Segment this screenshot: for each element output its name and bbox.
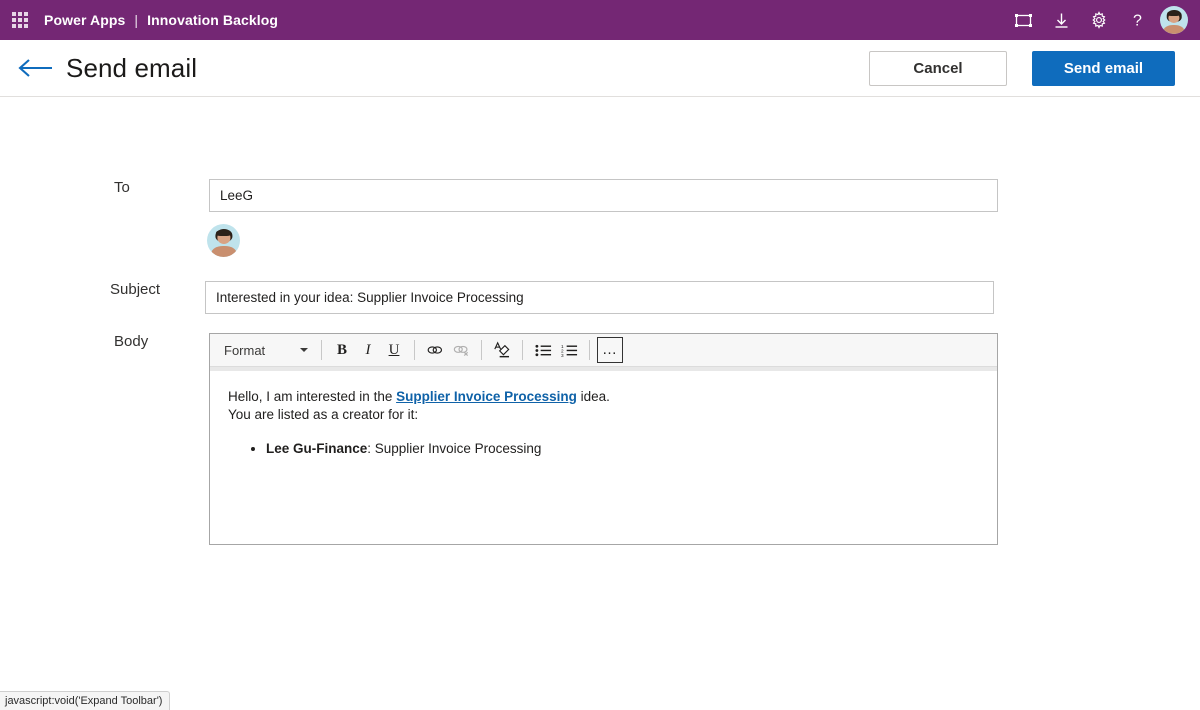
toolbar-divider [321,340,322,360]
underline-icon: U [388,341,400,358]
avatar-person-illustration [1160,6,1188,34]
avatar[interactable] [1160,6,1188,34]
bulleted-list-icon [534,344,551,356]
brand-separator: | [134,12,139,28]
command-bar-actions: Cancel Send email [869,50,1200,86]
settings-gear-icon[interactable] [1080,0,1118,40]
toolbar-divider [481,340,482,360]
to-field-row: To LeeG [114,179,998,212]
chevron-down-icon [300,348,308,352]
to-label: To [114,179,130,196]
body-label: Body [114,333,149,350]
italic-icon: I [365,341,371,358]
to-input[interactable]: LeeG [209,179,998,212]
creator-name: Lee Gu-Finance [266,441,368,457]
creator-idea: : Supplier Invoice Processing [367,441,542,457]
subject-label: Subject [110,281,161,298]
format-dropdown-label: Format [224,342,266,358]
numbered-list-button[interactable]: 1 2 3 [556,337,582,363]
body-line-1: Hello, I am interested in the Supplier I… [228,388,981,406]
creator-list: Lee Gu-Finance: Supplier Invoice Process… [228,440,981,458]
clear-formatting-button[interactable] [489,337,515,363]
toolbar-divider [522,340,523,360]
unlink-icon [453,345,469,357]
command-bar: Send email Cancel Send email [0,40,1200,97]
body-field-row: Body Format B I U 1 2 3 … Hello, I am in… [114,333,998,545]
insert-link-button[interactable] [422,337,448,363]
recipient-avatar[interactable] [207,224,240,257]
underline-button[interactable]: U [381,337,407,363]
fit-to-screen-icon[interactable] [1004,0,1042,40]
link-icon [427,346,443,354]
list-item: Lee Gu-Finance: Supplier Invoice Process… [266,440,981,458]
bold-icon: B [336,341,347,358]
cancel-button[interactable]: Cancel [869,50,1007,86]
to-recipient-list [207,224,240,257]
body-line-1-suffix: idea. [576,389,610,404]
suite-brand: Power Apps | Innovation Backlog [44,12,278,28]
bold-button[interactable]: B [329,337,355,363]
app-launcher-waffle-icon[interactable] [0,0,40,40]
toolbar-divider [414,340,415,360]
suite-header-bar: Power Apps | Innovation Backlog ? [0,0,1200,40]
send-email-button[interactable]: Send email [1032,50,1175,86]
suite-actions: ? [1004,0,1200,40]
more-options-icon: … [602,341,618,358]
svg-text:?: ? [1133,12,1142,29]
body-line-2: You are listed as a creator for it: [228,407,419,423]
help-question-icon[interactable]: ? [1118,0,1156,40]
subject-input[interactable]: Interested in your idea: Supplier Invoic… [205,281,994,314]
editor-toolbar: Format B I U 1 2 3 … [210,334,997,371]
bulleted-list-button[interactable] [530,337,556,363]
back-arrow-icon[interactable] [10,40,62,96]
body-line-1-prefix: Hello, I am interested in the [228,389,397,404]
idea-link[interactable]: Supplier Invoice Processing [396,389,577,404]
format-dropdown[interactable]: Format [216,337,314,363]
svg-text:3: 3 [561,352,564,357]
expand-toolbar-button[interactable]: … [597,337,623,363]
subject-field-row: Subject Interested in your idea: Supplie… [110,281,994,314]
download-icon[interactable] [1042,0,1080,40]
recipient-person-illustration [207,224,240,257]
remove-link-button [448,337,474,363]
send-email-form: To LeeG Subject Interested in your idea:… [0,97,1200,710]
brand-name[interactable]: Power Apps [44,12,125,28]
toolbar-divider [589,340,590,360]
rich-text-editor: Format B I U 1 2 3 … Hello, I am interes… [209,333,998,545]
waffle-grid [12,12,28,28]
numbered-list-icon: 1 2 3 [561,343,577,358]
clear-formatting-icon [494,341,510,358]
page-title: Send email [66,52,198,83]
status-bar: javascript:void('Expand Toolbar') [0,691,171,710]
email-body-editor[interactable]: Hello, I am interested in the Supplier I… [210,372,997,544]
italic-button[interactable]: I [355,337,381,363]
app-name[interactable]: Innovation Backlog [147,12,278,28]
